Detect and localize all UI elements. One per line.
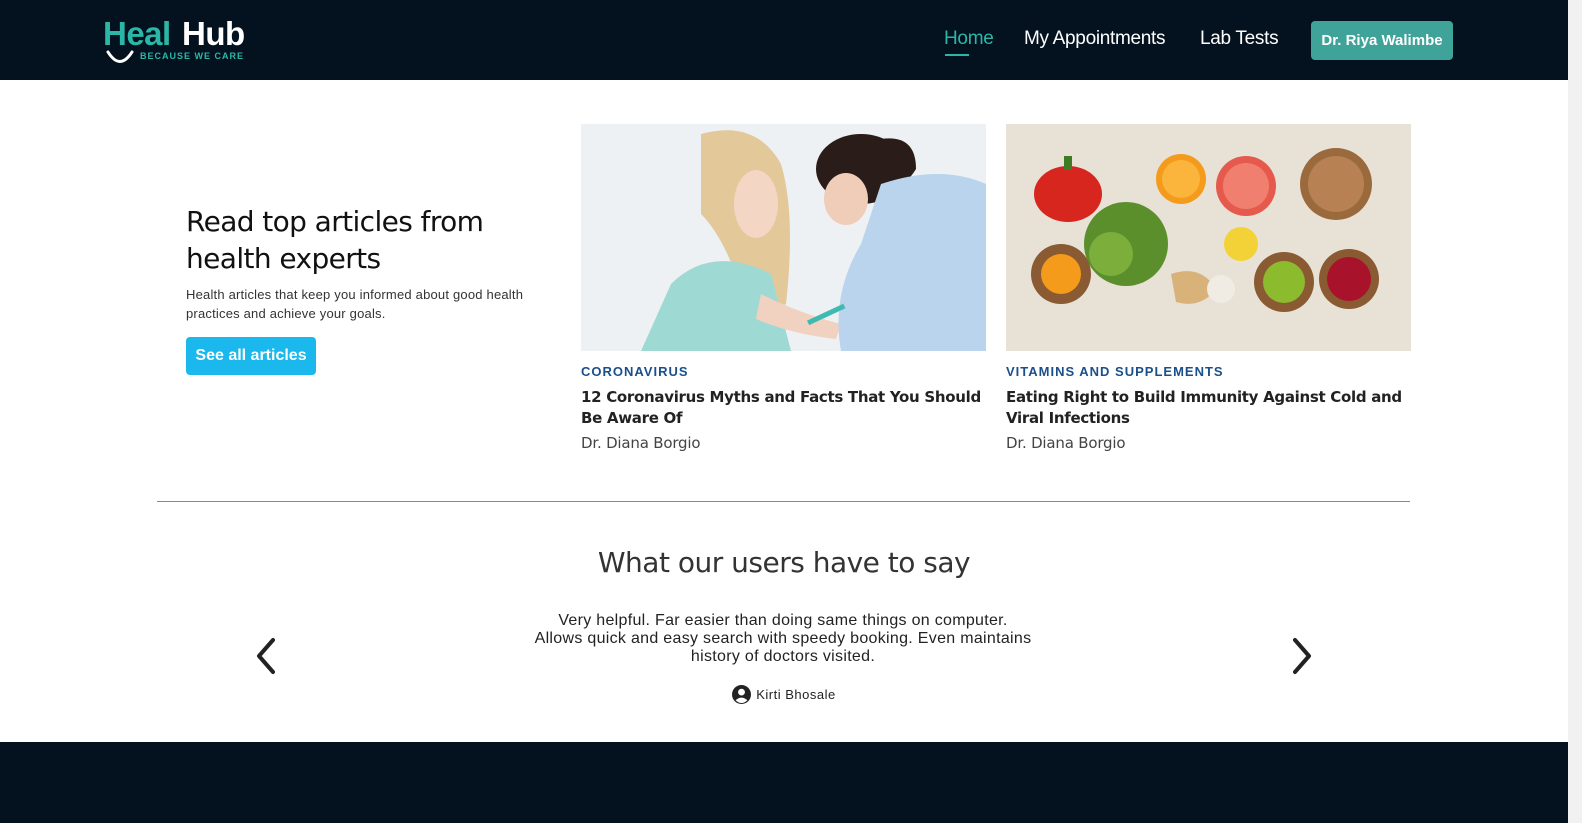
logo-text-hub: Hub (182, 15, 245, 52)
healhub-logo[interactable]: Heal Hub BECAUSE WE CARE (103, 16, 253, 68)
testimonials-heading: What our users have to say (597, 546, 971, 579)
logo-smile-icon (106, 50, 134, 63)
footer (0, 742, 1568, 823)
articles-heading: Read top articles from health experts (186, 205, 484, 275)
top-navbar: Heal Hub BECAUSE WE CARE Home My Appoint… (0, 0, 1568, 80)
user-avatar-icon (732, 685, 752, 704)
chevron-right-icon[interactable] (1290, 637, 1314, 675)
see-all-articles-button[interactable]: See all articles (186, 337, 316, 375)
user-profile-button[interactable]: Dr. Riya Walimbe (1311, 21, 1453, 60)
logo-tagline: BECAUSE WE CARE (140, 51, 245, 61)
article-title[interactable]: Eating Right to Build Immunity Against C… (1006, 387, 1411, 429)
page-scrollbar[interactable] (1568, 0, 1582, 823)
testimonial-quote: Very helpful. Far easier than doing same… (534, 612, 1032, 665)
article-image-healthy-food[interactable] (1006, 124, 1411, 351)
chevron-left-icon[interactable] (254, 637, 278, 675)
testimonial-user: Kirti Bhosale (0, 685, 1568, 704)
articles-subheading: Health articles that keep you informed a… (186, 287, 524, 321)
logo-text-heal: Heal (103, 15, 171, 52)
article-image-vaccination[interactable] (581, 124, 986, 351)
article-title[interactable]: 12 Coronavirus Myths and Facts That You … (581, 387, 986, 429)
article-author: Dr. Diana Borgio (1006, 434, 1126, 452)
article-author: Dr. Diana Borgio (581, 434, 701, 452)
testimonial-user-name: Kirti Bhosale (756, 687, 836, 702)
nav-home[interactable]: Home (944, 28, 994, 56)
article-category: CORONAVIRUS (581, 364, 689, 379)
section-divider (157, 501, 1410, 502)
article-card[interactable]: CORONAVIRUS 12 Coronavirus Myths and Fac… (581, 124, 986, 452)
nav-lab-tests[interactable]: Lab Tests (1200, 28, 1279, 50)
nav-my-appointments[interactable]: My Appointments (1024, 28, 1166, 50)
article-card[interactable]: VITAMINS AND SUPPLEMENTS Eating Right to… (1006, 124, 1411, 452)
article-category: VITAMINS AND SUPPLEMENTS (1006, 364, 1224, 379)
